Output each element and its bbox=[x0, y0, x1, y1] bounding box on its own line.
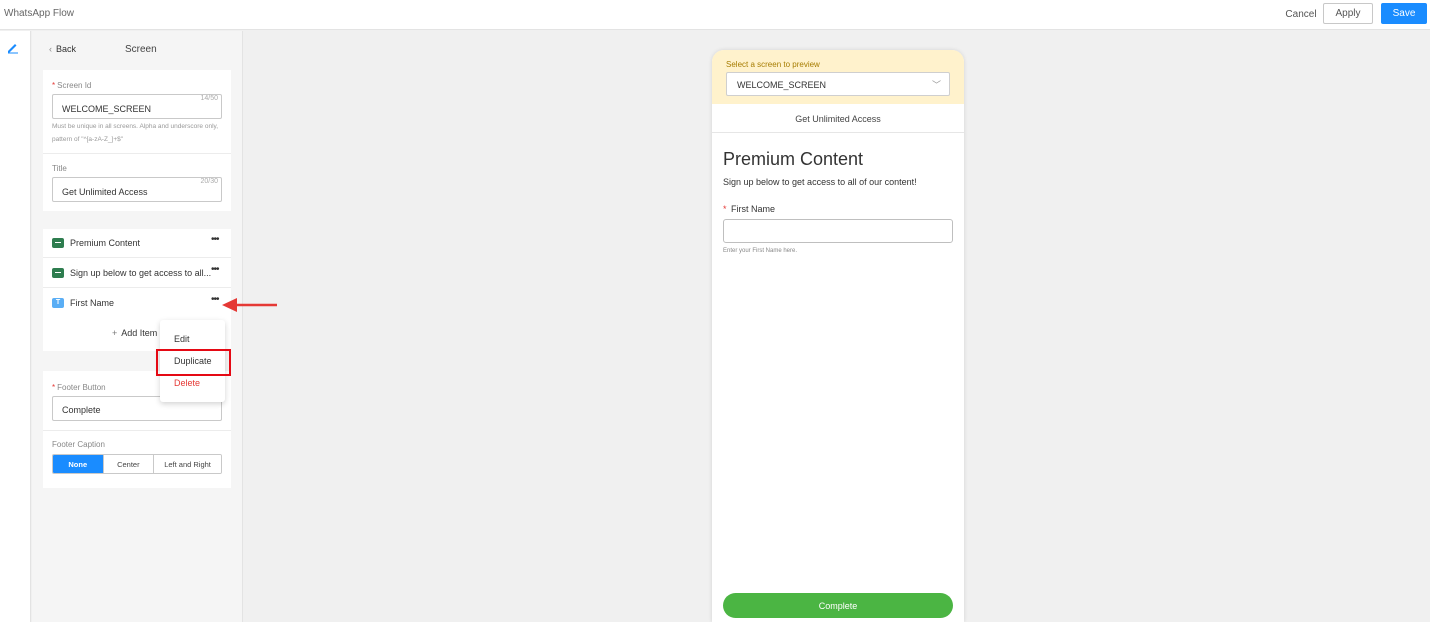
panel-title: Screen bbox=[125, 44, 157, 55]
preview-field-label: * First Name bbox=[723, 204, 776, 214]
preview-select-value: WELCOME_SCREEN bbox=[737, 80, 827, 90]
menu-item-edit[interactable]: Edit bbox=[174, 334, 190, 344]
divider bbox=[43, 153, 231, 154]
screen-id-counter: 14/50 bbox=[200, 95, 218, 102]
item-label: Sign up below to get access to all... bbox=[70, 268, 212, 278]
divider bbox=[43, 430, 231, 431]
app-title: WhatsApp Flow bbox=[4, 8, 75, 19]
footer-button-label: * Footer Button bbox=[52, 383, 106, 392]
list-item[interactable]: Sign up below to get access to all... ••… bbox=[43, 259, 231, 288]
menu-item-delete[interactable]: Delete bbox=[174, 378, 200, 388]
screen-id-hint: Must be unique in all screens. Alpha and… bbox=[52, 123, 219, 143]
back-button[interactable]: ‹ Back bbox=[49, 44, 76, 54]
arrow-left-icon bbox=[222, 298, 277, 312]
apply-button[interactable]: Apply bbox=[1323, 3, 1373, 24]
item-label: Premium Content bbox=[70, 238, 141, 248]
title-value: Get Unlimited Access bbox=[62, 187, 148, 197]
preview-field-hint: Enter your First Name here. bbox=[723, 248, 798, 254]
caption-option-none[interactable]: None bbox=[53, 455, 103, 473]
item-label: First Name bbox=[70, 298, 115, 308]
preview-selector-area: Select a screen to preview WELCOME_SCREE… bbox=[712, 50, 964, 104]
screen-properties-card: * Screen Id WELCOME_SCREEN 14/50 Must be … bbox=[43, 70, 231, 211]
pencil-icon[interactable] bbox=[6, 40, 20, 54]
screen-id-input[interactable]: WELCOME_SCREEN 14/50 bbox=[52, 94, 222, 119]
footer-caption-label: Footer Caption bbox=[52, 440, 105, 449]
back-label: Back bbox=[56, 44, 77, 54]
title-counter: 20/30 bbox=[200, 178, 218, 185]
chevron-left-icon: ‹ bbox=[49, 44, 52, 54]
plus-icon: + bbox=[112, 328, 118, 338]
preview-heading: Premium Content bbox=[723, 149, 864, 169]
caption-option-center[interactable]: Center bbox=[102, 455, 154, 473]
preview-first-name-input[interactable] bbox=[723, 219, 953, 243]
screen-id-label: * Screen Id bbox=[52, 81, 92, 90]
text-block-icon bbox=[52, 268, 64, 278]
save-button[interactable]: Save bbox=[1381, 3, 1427, 24]
more-dots-icon[interactable]: ••• bbox=[211, 234, 219, 245]
caption-option-left-right[interactable]: Left and Right bbox=[153, 455, 221, 473]
cancel-button[interactable]: Cancel bbox=[1281, 4, 1321, 25]
text-block-icon bbox=[52, 238, 64, 248]
preview-complete-button[interactable]: Complete bbox=[723, 593, 953, 618]
list-item[interactable]: T First Name ••• bbox=[43, 289, 231, 318]
screen-id-value: WELCOME_SCREEN bbox=[62, 104, 152, 114]
title-input[interactable]: Get Unlimited Access 20/30 bbox=[52, 177, 222, 202]
footer-caption-selector: None Center Left and Right bbox=[52, 454, 222, 474]
chevron-down-icon: ﹀ bbox=[931, 80, 941, 90]
preview-screen-title: Get Unlimited Access bbox=[712, 106, 964, 133]
more-dots-icon[interactable]: ••• bbox=[211, 294, 219, 305]
add-item-button[interactable]: + Add Item bbox=[112, 328, 157, 338]
preview-screen-select[interactable]: WELCOME_SCREEN ﹀ bbox=[726, 72, 950, 96]
top-bar: WhatsApp Flow Cancel Apply Save bbox=[0, 0, 1430, 30]
left-rail bbox=[0, 31, 31, 622]
title-label: Title bbox=[52, 164, 67, 173]
phone-preview: Select a screen to preview WELCOME_SCREE… bbox=[712, 50, 964, 622]
more-dots-icon[interactable]: ••• bbox=[211, 264, 219, 275]
duplicate-highlight-box bbox=[156, 349, 231, 376]
footer-button-value: Complete bbox=[62, 405, 101, 415]
add-item-label: Add Item bbox=[121, 328, 158, 338]
preview-select-label: Select a screen to preview bbox=[726, 60, 820, 69]
text-input-icon: T bbox=[52, 298, 64, 308]
preview-subtext: Sign up below to get access to all of ou… bbox=[723, 177, 917, 187]
list-item[interactable]: Premium Content ••• bbox=[43, 229, 231, 258]
